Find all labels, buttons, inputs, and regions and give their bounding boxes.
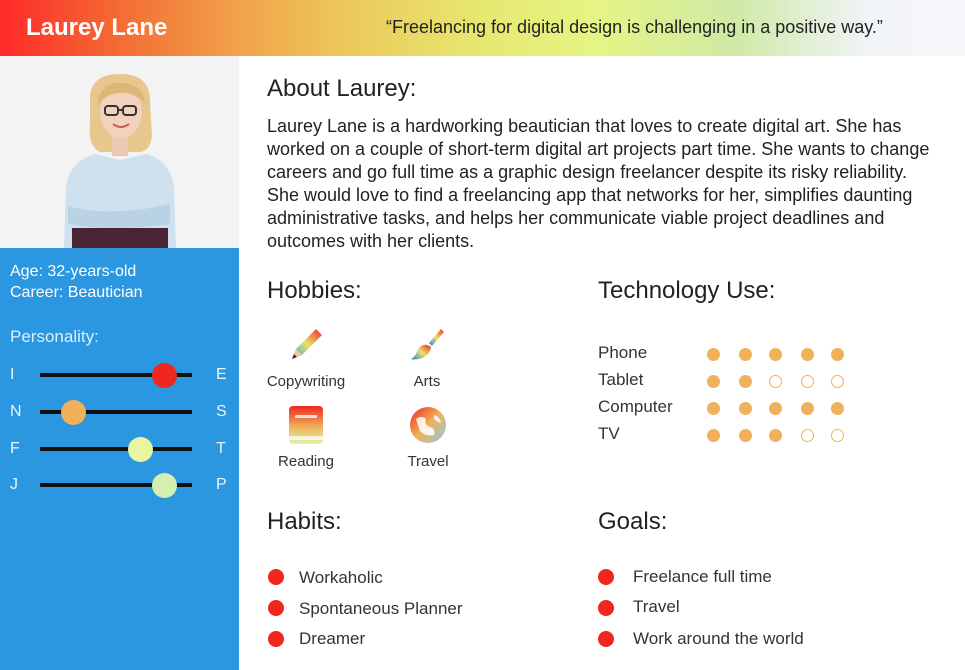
rating-dot-filled	[801, 402, 814, 415]
header-banner: Laurey Lane “Freelancing for digital des…	[0, 0, 965, 56]
habit-item: Dreamer	[299, 629, 366, 648]
bullet-icon	[268, 631, 284, 647]
trait-right-label: E	[216, 366, 227, 383]
bullet-icon	[598, 569, 614, 585]
trait-right-label: P	[216, 476, 227, 493]
slider-knob	[152, 473, 178, 498]
goal-item: Travel	[633, 597, 680, 616]
hobby-label: Arts	[413, 373, 441, 390]
personality-title: Personality:	[10, 327, 99, 346]
persona-photo	[0, 56, 239, 248]
hobby-copywriting: Copywriting	[256, 325, 356, 390]
hobby-label: Copywriting	[266, 373, 346, 390]
hobby-label: Travel	[407, 453, 449, 470]
rating-dot-filled	[707, 429, 720, 442]
rating-dot-filled	[707, 402, 720, 415]
personality-slider-jp: J P	[0, 473, 239, 498]
rating-dot-empty	[831, 375, 844, 388]
paintbrush-icon	[407, 325, 447, 365]
persona-quote: “Freelancing for digital design is chall…	[386, 17, 883, 37]
hobby-travel: Travel	[378, 405, 478, 470]
rating-dot-empty	[801, 375, 814, 388]
rating-dot-filled	[739, 375, 752, 388]
career-text: Career: Beautician	[10, 284, 143, 301]
rating-dot-filled	[801, 348, 814, 361]
slider-knob	[60, 400, 86, 425]
rating-dot-filled	[769, 402, 782, 415]
slider-knob	[152, 363, 178, 388]
goal-item: Freelance full time	[633, 567, 772, 586]
tech-label-tv: TV	[598, 424, 620, 443]
habit-item: Spontaneous Planner	[299, 599, 463, 618]
book-icon	[286, 405, 326, 445]
rating-dot-empty	[801, 429, 814, 442]
habits-title: Habits:	[267, 508, 342, 535]
about-title: About Laurey:	[267, 75, 417, 102]
trait-right-label: T	[216, 440, 226, 457]
rating-dot-filled	[769, 348, 782, 361]
trait-left-label: J	[10, 476, 18, 493]
persona-photo-illustration	[0, 56, 239, 248]
rating-dot-filled	[769, 429, 782, 442]
goals-title: Goals:	[598, 508, 668, 535]
rating-dot-filled	[739, 402, 752, 415]
technology-title: Technology Use:	[598, 277, 776, 304]
trait-left-label: I	[10, 366, 15, 383]
tech-label-phone: Phone	[598, 343, 648, 362]
rating-dot-filled	[831, 402, 844, 415]
bullet-icon	[598, 631, 614, 647]
hobbies-title: Hobbies:	[267, 277, 362, 304]
hobby-reading: Reading	[256, 405, 356, 470]
goal-item: Work around the world	[633, 629, 804, 648]
rating-dot-filled	[739, 429, 752, 442]
tech-label-computer: Computer	[598, 397, 673, 416]
rating-dot-filled	[707, 375, 720, 388]
about-text: Laurey Lane is a hardworking beautician …	[267, 116, 930, 251]
slider-track	[40, 447, 192, 451]
rating-dot-filled	[831, 348, 844, 361]
hobby-arts: Arts	[377, 325, 477, 390]
bullet-icon	[268, 569, 284, 585]
pencil-icon	[286, 325, 326, 365]
bullet-icon	[268, 600, 284, 616]
trait-left-label: N	[10, 403, 22, 420]
trait-left-label: F	[10, 440, 20, 457]
hobby-label: Reading	[278, 453, 334, 470]
rating-dot-filled	[739, 348, 752, 361]
personality-slider-ie: I E	[0, 363, 239, 388]
sidebar-panel: Age: 32-years-old Career: Beautician Per…	[0, 248, 239, 670]
personality-slider-ft: F T	[0, 437, 239, 462]
rating-dot-filled	[707, 348, 720, 361]
trait-right-label: S	[216, 403, 227, 420]
slider-knob	[127, 437, 153, 462]
persona-name: Laurey Lane	[26, 14, 168, 41]
bullet-icon	[598, 600, 614, 616]
personality-slider-ns: N S	[0, 400, 239, 425]
globe-icon	[408, 405, 448, 445]
tech-label-tablet: Tablet	[598, 370, 644, 389]
rating-dot-empty	[769, 375, 782, 388]
rating-dot-empty	[831, 429, 844, 442]
age-text: Age: 32-years-old	[10, 263, 137, 280]
habit-item: Workaholic	[299, 568, 383, 587]
